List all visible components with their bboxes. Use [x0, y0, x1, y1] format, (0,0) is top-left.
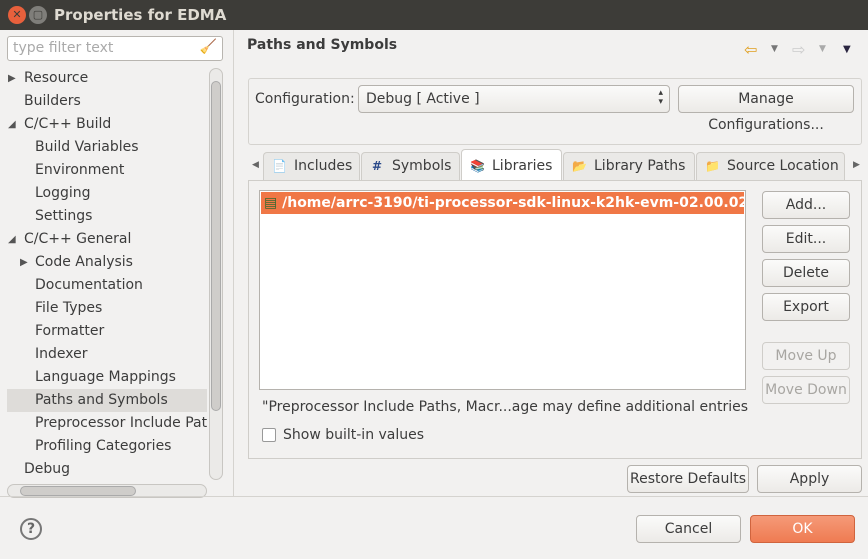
- includes-icon: 📄: [272, 159, 287, 173]
- tab-label: Libraries: [492, 158, 553, 174]
- apply-button[interactable]: Apply: [757, 465, 862, 493]
- tree-item[interactable]: ◢ C/C++ Build: [7, 113, 207, 136]
- tree-item-label: Logging: [35, 185, 91, 201]
- ok-button[interactable]: OK: [750, 515, 855, 543]
- tree-item-label: C/C++ Build: [24, 116, 112, 132]
- tree-item[interactable]: Indexer: [7, 343, 207, 366]
- tree-item[interactable]: ▶ Resource: [7, 67, 207, 90]
- tree-item-label: Resource: [24, 70, 89, 86]
- tree-item-label: Paths and Symbols: [35, 392, 168, 408]
- tree-item[interactable]: File Types: [7, 297, 207, 320]
- tree-item[interactable]: Build Variables: [7, 136, 207, 159]
- help-icon[interactable]: ?: [20, 518, 42, 540]
- back-arrow-icon[interactable]: ⇦: [744, 40, 757, 59]
- expanded-arrow-icon[interactable]: ◢: [8, 228, 16, 251]
- tab-scroll-left-icon[interactable]: ◀: [252, 160, 259, 170]
- tree-item[interactable]: Logging: [7, 182, 207, 205]
- clear-filter-icon[interactable]: 🧹: [200, 39, 217, 55]
- expanded-arrow-icon[interactable]: ◢: [8, 113, 16, 136]
- delete-button[interactable]: Delete: [762, 259, 850, 287]
- tree-item-label: C/C++ General: [24, 231, 132, 247]
- forward-menu-icon: ▼: [819, 44, 826, 54]
- tree-item[interactable]: ▶ Code Analysis: [7, 251, 207, 274]
- tab-library-paths[interactable]: 📂 Library Paths: [563, 152, 695, 180]
- tree-item[interactable]: Paths and Symbols: [7, 389, 207, 412]
- configuration-value: Debug [ Active ]: [366, 91, 480, 107]
- tree-item-label: Settings: [35, 208, 93, 224]
- tree-item-label: Indexer: [35, 346, 88, 362]
- tab-scroll-right-icon[interactable]: ▶: [853, 160, 860, 170]
- library-path: /home/arrc-3190/ti-processor-sdk-linux-k…: [282, 195, 744, 211]
- tree-item-label: Profiling Categories: [35, 438, 172, 454]
- tree-vertical-scrollbar[interactable]: [209, 68, 223, 480]
- collapsed-arrow-icon[interactable]: ▶: [20, 251, 28, 274]
- show-builtin-label: Show built-in values: [283, 427, 425, 443]
- configuration-label: Configuration:: [255, 91, 355, 107]
- edit-button[interactable]: Edit...: [762, 225, 850, 253]
- forward-arrow-icon: ⇨: [792, 40, 806, 59]
- page-title: Paths and Symbols: [247, 37, 398, 53]
- back-menu-icon[interactable]: ▼: [771, 44, 778, 54]
- scroll-thumb[interactable]: [20, 486, 136, 496]
- tab-symbols[interactable]: # Symbols: [361, 152, 460, 180]
- tree-item-label: Preprocessor Include Path: [35, 415, 207, 431]
- tree-item-label: Documentation: [35, 277, 143, 293]
- tree-item-label: Code Analysis: [35, 254, 133, 270]
- sash[interactable]: [233, 30, 234, 496]
- view-menu-icon[interactable]: ▼: [843, 44, 851, 55]
- tree-item[interactable]: Formatter: [7, 320, 207, 343]
- tree-item[interactable]: Builders: [7, 90, 207, 113]
- close-icon[interactable]: ✕: [8, 6, 26, 24]
- libraries-list[interactable]: ▤ /home/arrc-3190/ti-processor-sdk-linux…: [259, 190, 746, 390]
- hash-icon: #: [371, 159, 383, 173]
- tree-item-label: Build Variables: [35, 139, 139, 155]
- restore-defaults-button[interactable]: Restore Defaults: [627, 465, 749, 493]
- add-button[interactable]: Add...: [762, 191, 850, 219]
- library-icon: ▤: [264, 195, 283, 211]
- move-up-button: Move Up: [762, 342, 850, 370]
- tree-item[interactable]: Debug: [7, 458, 207, 481]
- tree-item[interactable]: Settings: [7, 205, 207, 228]
- filter-input[interactable]: type filter text 🧹: [7, 36, 223, 61]
- tree-item-label: Formatter: [35, 323, 105, 339]
- configuration-select[interactable]: Debug [ Active ] ▴ ▾: [358, 85, 670, 113]
- library-paths-icon: 📂: [572, 159, 587, 173]
- tree-item-label: Language Mappings: [35, 369, 176, 385]
- separator: [0, 496, 868, 497]
- library-entry[interactable]: ▤ /home/arrc-3190/ti-processor-sdk-linux…: [261, 192, 744, 214]
- cancel-button[interactable]: Cancel: [636, 515, 741, 543]
- tree-item[interactable]: Documentation: [7, 274, 207, 297]
- source-folder-icon: 📁: [705, 159, 720, 173]
- tab-label: Includes: [294, 158, 353, 174]
- tree-item[interactable]: Language Mappings: [7, 366, 207, 389]
- manage-configurations-button[interactable]: Manage Configurations...: [678, 85, 854, 133]
- title-bar: ✕ ▢ Properties for EDMA: [0, 0, 868, 30]
- tab-label: Library Paths: [594, 158, 686, 174]
- tree-item[interactable]: Environment: [7, 159, 207, 182]
- window-title: Properties for EDMA: [54, 6, 227, 24]
- tree-item-label: Builders: [24, 93, 81, 109]
- spinner-icon: ▴ ▾: [658, 88, 663, 107]
- tab-label: Source Location: [727, 158, 839, 174]
- tree-item-label: File Types: [35, 300, 103, 316]
- tab-libraries[interactable]: 📚 Libraries: [461, 149, 562, 181]
- libraries-icon: 📚: [470, 159, 485, 173]
- tab-label: Symbols: [392, 158, 452, 174]
- export-button[interactable]: Export: [762, 293, 850, 321]
- scroll-thumb[interactable]: [211, 81, 221, 411]
- tree-item-label: Environment: [35, 162, 125, 178]
- tab-source-location[interactable]: 📁 Source Location: [696, 152, 845, 180]
- tree-item[interactable]: Preprocessor Include Path: [7, 412, 207, 435]
- show-builtin-checkbox[interactable]: [262, 428, 276, 442]
- tree-item[interactable]: ◢ C/C++ General: [7, 228, 207, 251]
- note-text: "Preprocessor Include Paths, Macr...age …: [262, 399, 749, 415]
- minimize-icon[interactable]: ▢: [29, 6, 47, 24]
- tree-item[interactable]: Profiling Categories: [7, 435, 207, 458]
- tab-includes[interactable]: 📄 Includes: [263, 152, 360, 180]
- collapsed-arrow-icon[interactable]: ▶: [8, 67, 16, 90]
- filter-placeholder: type filter text: [13, 40, 114, 56]
- move-down-button: Move Down: [762, 376, 850, 404]
- tree-item-label: Debug: [24, 461, 71, 477]
